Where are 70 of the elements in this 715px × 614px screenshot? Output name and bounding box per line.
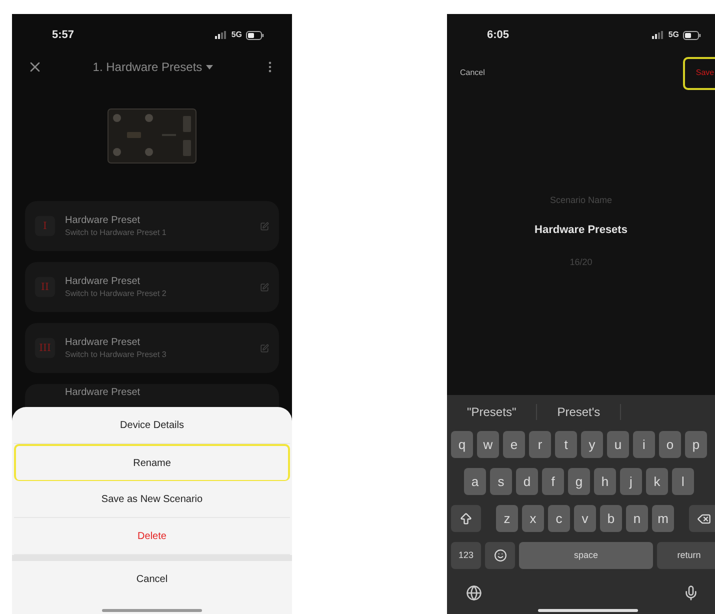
preset-title: Hardware Preset (65, 386, 142, 399)
battery-icon (246, 30, 264, 40)
numbers-key[interactable]: 123 (451, 542, 481, 569)
sheet-option[interactable]: Rename (14, 444, 290, 481)
keyboard-key[interactable]: f (542, 468, 564, 495)
keyboard-key[interactable]: t (555, 431, 577, 458)
screen-title: 1. Hardware Presets (92, 59, 202, 76)
globe-icon[interactable] (466, 585, 482, 601)
preset-subtitle: Switch to Hardware Preset 2 (65, 288, 168, 299)
emoji-key[interactable] (485, 542, 515, 569)
return-key[interactable]: return (657, 542, 715, 569)
keyboard-key[interactable]: h (594, 468, 616, 495)
preset-card[interactable]: II Hardware Preset Switch to Hardware Preset 2 (25, 262, 279, 312)
cancel-button[interactable]: Cancel (12, 561, 292, 598)
preset-subtitle: Switch to Hardware Preset 3 (65, 349, 168, 360)
preset-numeral: III (35, 338, 55, 358)
keyboard-key[interactable]: n (626, 505, 648, 532)
network-label: 5G (231, 29, 242, 41)
keyboard-key[interactable]: x (522, 505, 544, 532)
keyboard-key[interactable]: i (633, 431, 655, 458)
signal-icon (215, 31, 228, 39)
suggestion[interactable]: Preset's (557, 403, 600, 421)
keyboard-key[interactable]: c (548, 505, 570, 532)
keyboard-key[interactable]: g (568, 468, 590, 495)
keyboard-key[interactable]: m (652, 505, 674, 532)
sheet-option[interactable]: Save as New Scenario (14, 481, 290, 518)
name-field[interactable]: Hardware Presets (481, 222, 681, 238)
space-key[interactable]: space (519, 542, 653, 569)
network-label: 5G (668, 29, 679, 41)
keyboard-key[interactable]: w (477, 431, 499, 458)
preset-title: Hardware Preset (65, 214, 142, 227)
keyboard-key[interactable]: v (574, 505, 596, 532)
keyboard-key[interactable]: d (516, 468, 538, 495)
keyboard-key[interactable]: o (659, 431, 681, 458)
emoji-icon (494, 549, 506, 562)
signal-icon (652, 31, 664, 39)
keyboard-key[interactable]: p (685, 431, 707, 458)
caret-icon[interactable] (206, 64, 214, 70)
keyboard-key[interactable]: z (496, 505, 518, 532)
keyboard-key[interactable]: a (464, 468, 486, 495)
keyboard-key[interactable]: u (607, 431, 629, 458)
status-time: 6:05 (487, 28, 510, 43)
preset-subtitle: Switch to Hardware Preset 1 (65, 227, 168, 238)
keyboard-key[interactable]: r (529, 431, 551, 458)
preset-card[interactable]: III Hardware Preset Switch to Hardware Preset 3 (25, 323, 279, 373)
keyboard-key[interactable]: k (646, 468, 668, 495)
battery-icon (683, 30, 701, 40)
keyboard-key[interactable]: l (672, 468, 694, 495)
keyboard-key[interactable]: b (600, 505, 622, 532)
keyboard-key[interactable]: e (503, 431, 525, 458)
delete-key[interactable] (689, 505, 715, 532)
shift-icon (459, 512, 473, 526)
status-time: 5:57 (52, 28, 74, 43)
microphone-icon[interactable] (683, 585, 699, 601)
shift-key[interactable] (451, 505, 481, 532)
character-counter: 16/20 (570, 256, 592, 269)
preset-title: Hardware Preset (65, 275, 142, 288)
keyboard-key[interactable]: q (451, 431, 473, 458)
preset-title: Hardware Preset (65, 336, 142, 349)
preset-numeral: I (35, 216, 55, 236)
preset-card[interactable]: I Hardware Preset Switch to Hardware Preset 1 (25, 201, 279, 251)
cancel-link[interactable]: Cancel (460, 67, 485, 79)
suggestion[interactable]: "Presets" (467, 403, 516, 421)
save-button[interactable]: Save (683, 56, 715, 90)
preset-numeral: II (35, 277, 55, 297)
keyboard-key[interactable]: s (490, 468, 512, 495)
keyboard-key[interactable]: y (581, 431, 603, 458)
keyboard-key[interactable]: j (620, 468, 642, 495)
field-label: Scenario Name (550, 194, 612, 207)
backspace-icon (697, 512, 711, 526)
